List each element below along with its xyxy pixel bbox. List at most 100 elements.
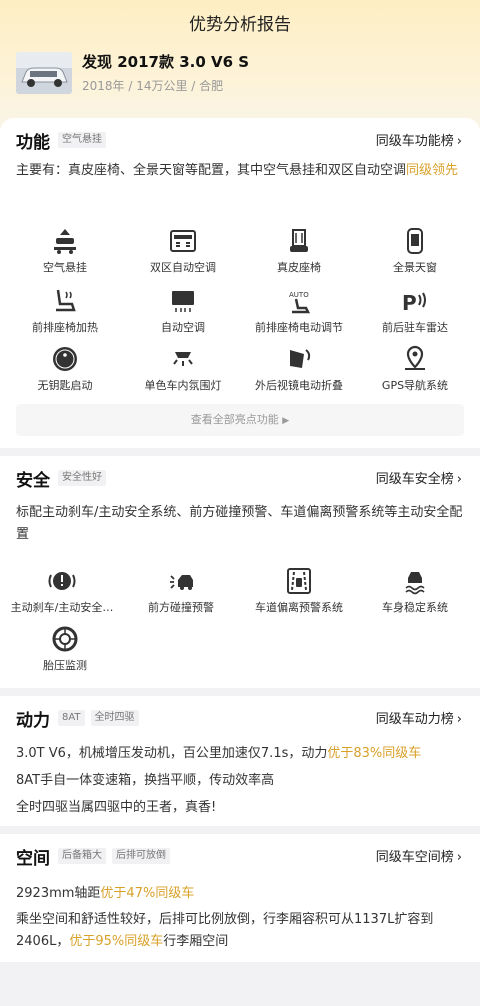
triangle-right-icon: ▶ [282, 416, 290, 426]
safety-summary: 标配主动刹车/主动安全系统、前方碰撞预警、车道偏离预警系统等主动安全配置 [16, 505, 463, 542]
space-line-3-text: 2406L， [16, 934, 70, 949]
power-tag: 8AT [58, 710, 85, 726]
feature-dual-zone-ac[interactable]: 双区自动空调 [123, 226, 243, 275]
power-line-2: 8AT手自一体变速箱，换挡平顺，传动效率高 [16, 773, 275, 788]
space-line-3-tail: 行李厢空间 [163, 934, 229, 949]
power-line-1-highlight: 优于83%同级车 [327, 746, 422, 761]
functions-summary: 主要有：真皮座椅、全景天窗等配置，其中空气悬挂和双区自动空调同级领先 [16, 160, 466, 182]
svg-text:AUTO: AUTO [289, 291, 309, 299]
car-meta: 2018年 / 14万公里 / 合肥 [82, 79, 224, 93]
space-line-2: 乘坐空间和舒适性较好，后排可比例放倒，行李厢容积可从1137L扩容到 [16, 912, 434, 927]
svg-text:P: P [402, 291, 417, 315]
space-rank-link[interactable]: 同级车空间榜 › [376, 846, 462, 865]
power-card: 动力 8AT 全时四驱 同级车动力榜 › 3.0T V6，机械增压发动机，百公里加… [0, 696, 480, 826]
panoramic-sunroof-icon [400, 226, 430, 256]
feature-keyless-start[interactable]: 无钥匙启动 [5, 344, 125, 393]
space-header: 空间 后备箱大 后排可放倒 [16, 844, 176, 869]
feature-mirror-fold[interactable]: 外后视镜电动折叠 [239, 344, 359, 393]
lane-departure-icon [284, 566, 314, 596]
feature-label: 前后驻车雷达 [382, 321, 448, 334]
gps-navigation-icon [400, 344, 430, 374]
feature-label: 前排座椅电动调节 [255, 321, 343, 334]
power-tag: 全时四驱 [90, 710, 139, 726]
dual-zone-ac-icon [168, 226, 198, 256]
functions-header: 功能 空气悬挂 [16, 128, 112, 153]
feature-label: 车道偏离预警系统 [255, 601, 343, 614]
feature-auto-ac[interactable]: 自动空调 [123, 286, 243, 335]
power-title: 动力 [16, 710, 50, 731]
feature-label: 真皮座椅 [277, 261, 321, 274]
leather-seat-icon [284, 226, 314, 256]
feature-label: 主动刹车/主动安全… [10, 601, 114, 614]
stability-control-icon [400, 566, 430, 596]
space-title: 空间 [16, 848, 50, 869]
feature-tire-pressure[interactable]: 胎压监测 [5, 624, 125, 673]
chevron-right-icon: › [456, 472, 462, 487]
page-bottom-spacer [0, 962, 480, 1006]
feature-label: 外后视镜电动折叠 [255, 379, 343, 392]
chevron-right-icon: › [456, 134, 462, 149]
feature-stability-control[interactable]: 车身稳定系统 [355, 566, 475, 615]
functions-title: 功能 [16, 132, 50, 153]
power-seat-icon: AUTO [284, 286, 314, 316]
feature-label: 前方碰撞预警 [148, 601, 214, 614]
power-line-3: 全时四驱当属四驱中的王者，真香! [16, 800, 217, 815]
power-line-1: 3.0T V6，机械增压发动机，百公里加速仅7.1s，动力优于83%同级车 [16, 742, 421, 761]
space-rank-label: 同级车空间榜 [375, 850, 454, 865]
feature-label: 前排座椅加热 [32, 321, 98, 334]
functions-rank-link[interactable]: 同级车功能榜 › [376, 130, 462, 149]
view-all-features-button[interactable]: 查看全部亮点功能 ▶ [16, 404, 464, 436]
feature-label: 胎压监测 [43, 659, 87, 672]
feature-label: GPS导航系统 [381, 379, 449, 392]
feature-lane-departure[interactable]: 车道偏离预警系统 [239, 566, 359, 615]
feature-label: 全景天窗 [393, 261, 437, 274]
feature-gps-navigation[interactable]: GPS导航系统 [355, 344, 475, 393]
space-card: 空间 后备箱大 后排可放倒 同级车空间榜 › 2923mm轴距优于47%同级车 乘… [0, 834, 480, 962]
feature-seat-heating[interactable]: 前排座椅加热 [5, 286, 125, 335]
feature-air-suspension[interactable]: 空气悬挂 [5, 226, 125, 275]
space-line-3-highlight: 优于95%同级车 [69, 934, 164, 949]
safety-card: 安全 安全性好 同级车安全榜 › 标配主动刹车/主动安全系统、前方碰撞预警、车道偏… [0, 456, 480, 688]
auto-ac-icon [168, 286, 198, 316]
keyless-start-icon [50, 344, 80, 374]
feature-leather-seat[interactable]: 真皮座椅 [239, 226, 359, 275]
space-tag: 后备箱大 [58, 848, 106, 864]
feature-collision-warning[interactable]: 前方碰撞预警 [121, 566, 241, 615]
ambient-light-icon [168, 344, 198, 374]
seat-heating-icon [50, 286, 80, 316]
page-title: 优势分析报告 [189, 15, 291, 35]
functions-tag: 空气悬挂 [58, 132, 106, 148]
feature-label: 车身稳定系统 [382, 601, 448, 614]
power-line-1-text: 3.0T V6，机械增压发动机，百公里加速仅7.1s，动力 [16, 746, 328, 761]
power-header: 动力 8AT 全时四驱 [16, 706, 145, 731]
air-suspension-icon [50, 226, 80, 256]
chevron-right-icon: › [456, 850, 462, 865]
feature-panoramic-sunroof[interactable]: 全景天窗 [355, 226, 475, 275]
functions-summary-highlight: 同级领先 [406, 163, 459, 178]
view-all-label: 查看全部亮点功能 [190, 413, 279, 426]
functions-card: 功能 空气悬挂 同级车功能榜 › 主要有：真皮座椅、全景天窗等配置，其中空气悬挂和… [0, 118, 480, 448]
feature-parking-radar[interactable]: P 前后驻车雷达 [355, 286, 475, 335]
feature-label: 空气悬挂 [43, 261, 87, 274]
feature-label: 自动空调 [161, 321, 205, 334]
functions-summary-text: 主要有：真皮座椅、全景天窗等配置，其中空气悬挂和双区自动空调 [16, 163, 407, 178]
space-line-1: 2923mm轴距优于47%同级车 [16, 882, 194, 901]
power-rank-link[interactable]: 同级车动力榜 › [376, 708, 462, 727]
tire-pressure-icon [50, 624, 80, 654]
space-line-3: 2406L，优于95%同级车行李厢空间 [16, 930, 228, 949]
safety-rank-label: 同级车安全榜 [375, 472, 454, 487]
parking-radar-icon: P [400, 286, 430, 316]
space-line-1-text: 2923mm轴距 [16, 886, 101, 901]
feature-ambient-light[interactable]: 单色车内氛围灯 [123, 344, 243, 393]
power-rank-label: 同级车动力榜 [375, 712, 454, 727]
safety-title: 安全 [16, 470, 50, 491]
feature-active-brake[interactable]: 主动刹车/主动安全… [2, 566, 122, 615]
mirror-fold-icon [284, 344, 314, 374]
collision-warning-icon [166, 566, 196, 596]
safety-rank-link[interactable]: 同级车安全榜 › [376, 468, 462, 487]
car-thumbnail[interactable] [16, 52, 72, 94]
safety-header: 安全 安全性好 [16, 466, 112, 491]
feature-power-seat[interactable]: AUTO 前排座椅电动调节 [239, 286, 359, 335]
space-tag: 后排可放倒 [112, 848, 170, 864]
safety-tag: 安全性好 [58, 470, 106, 486]
